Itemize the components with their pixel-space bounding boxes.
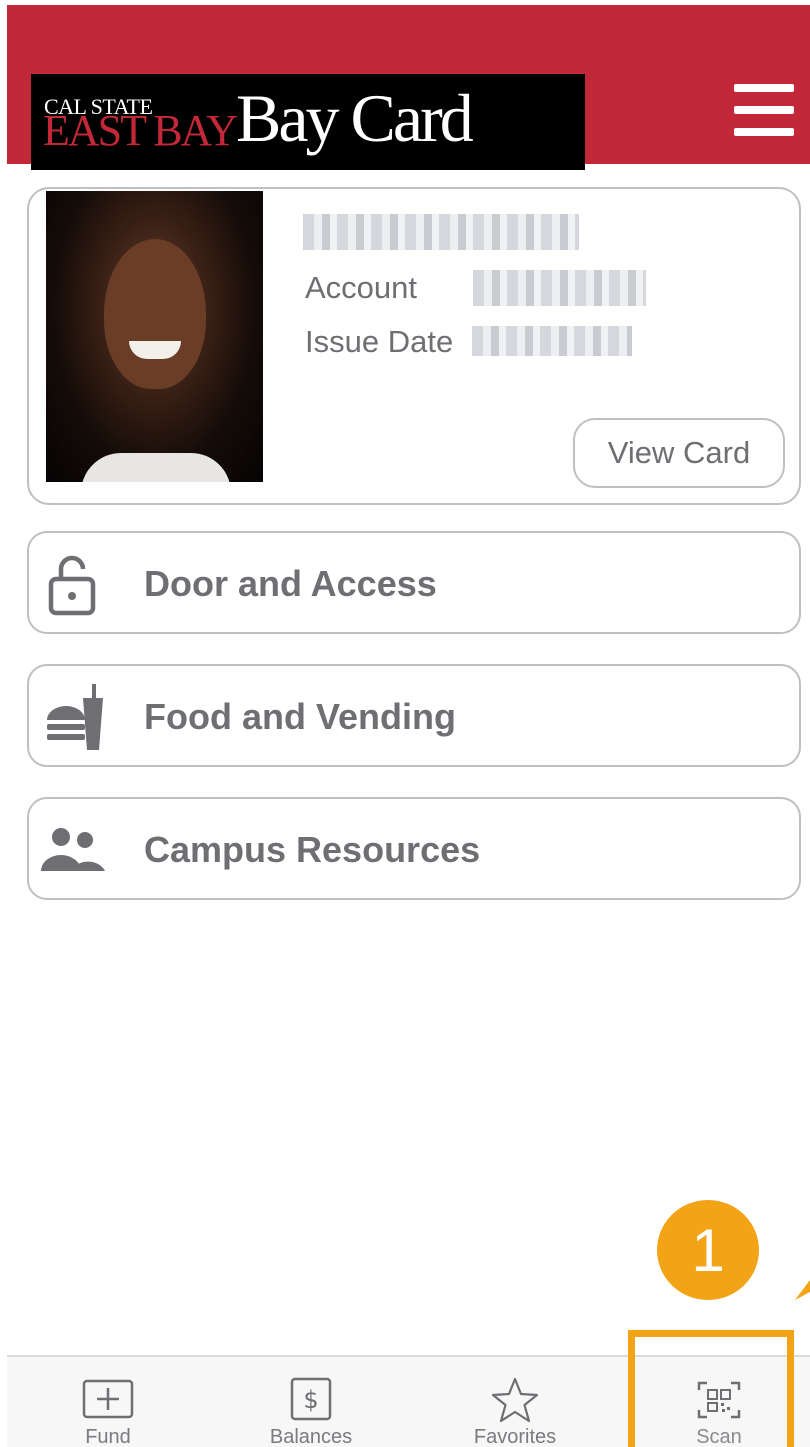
menu-item-food-and-vending[interactable]: Food and Vending xyxy=(27,664,801,767)
annotation-pointer xyxy=(795,1280,810,1300)
logo-bay-card-text: Bay Card xyxy=(236,80,474,156)
tab-label: Favorites xyxy=(473,1426,557,1447)
logo-east-bay-text: EAST BAY xyxy=(43,106,238,155)
lock-icon xyxy=(48,555,96,616)
account-label: Account xyxy=(305,270,418,305)
tab-label: Balances xyxy=(269,1426,353,1447)
food-icon xyxy=(47,684,103,750)
menu-item-label: Campus Resources xyxy=(144,829,481,870)
menu-item-door-and-access[interactable]: Door and Access xyxy=(27,531,801,634)
tab-balances[interactable]: $ Balances xyxy=(236,1360,386,1447)
cardholder-name-redacted xyxy=(303,214,579,250)
view-card-button[interactable]: View Card xyxy=(573,418,785,488)
scan-highlight-box xyxy=(628,1330,794,1447)
bay-card-logo: CAL STATE EAST BAY Bay Card xyxy=(31,74,585,170)
account-number-redacted xyxy=(473,270,646,306)
issue-date-redacted xyxy=(472,326,632,356)
hamburger-menu-icon[interactable] xyxy=(730,82,798,138)
tab-favorites[interactable]: Favorites xyxy=(440,1360,590,1447)
people-icon xyxy=(41,828,105,871)
step-number-badge: 1 xyxy=(657,1200,759,1300)
issue-date-label: Issue Date xyxy=(305,324,454,359)
tab-fund[interactable]: Fund xyxy=(33,1360,183,1447)
plus-square-icon xyxy=(82,1379,134,1419)
menu-item-label: Food and Vending xyxy=(144,696,456,737)
menu-item-campus-resources[interactable]: Campus Resources xyxy=(27,797,801,900)
tab-label: Fund xyxy=(85,1426,131,1447)
dollar-square-icon: $ xyxy=(290,1377,332,1421)
menu-item-label: Door and Access xyxy=(144,563,437,604)
svg-text:$: $ xyxy=(303,1386,318,1414)
cardholder-photo xyxy=(46,191,263,482)
star-icon xyxy=(491,1377,539,1423)
